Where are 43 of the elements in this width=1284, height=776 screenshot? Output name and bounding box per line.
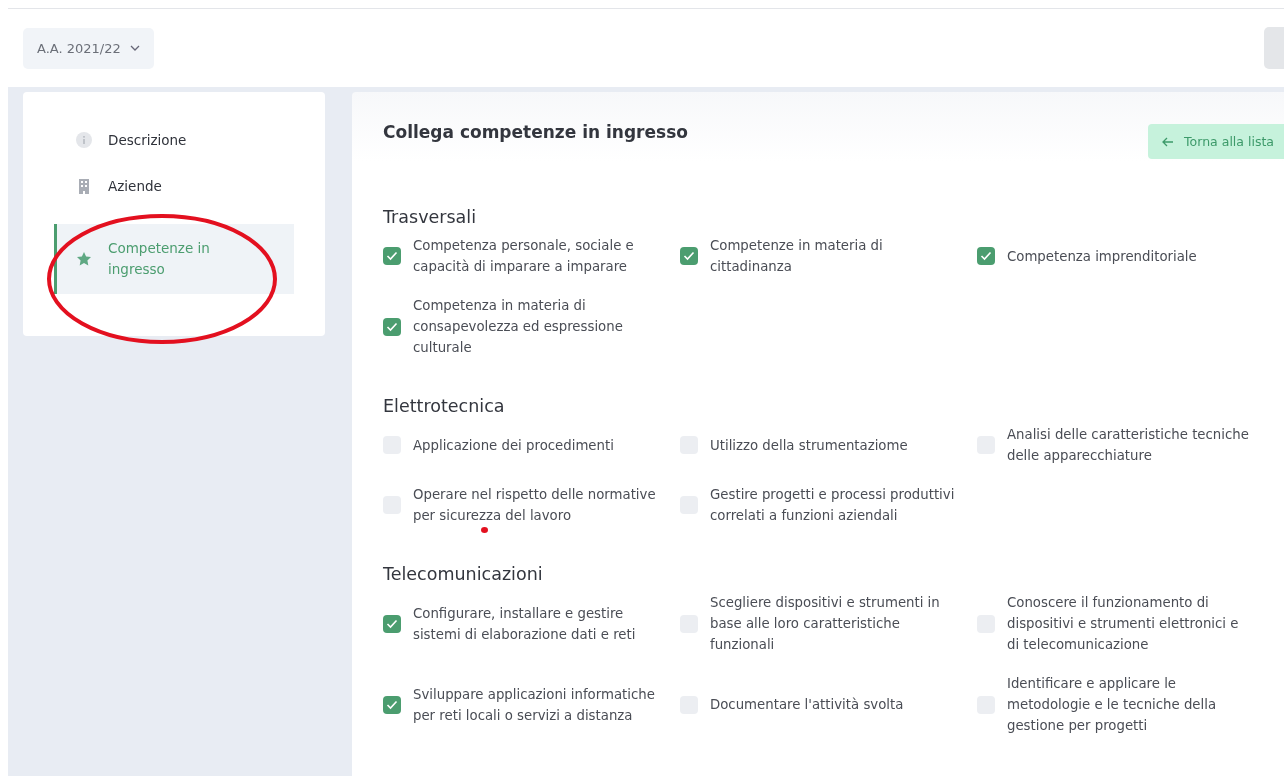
checkbox-label: Sviluppare applicazioni informatiche per reti locali o servizi a distanza	[413, 685, 656, 725]
checkmark-icon	[386, 699, 398, 710]
checkbox[interactable]	[680, 247, 698, 265]
checkbox-label: Competenze in materia di cittadinanza	[710, 237, 884, 276]
checkbox-label: Competenza imprenditoriale	[1007, 247, 1198, 266]
checkmark-icon	[980, 251, 992, 261]
sidebar-item[interactable]: Descrizione	[54, 132, 294, 148]
checkmark-icon	[386, 251, 398, 261]
checkbox-label: Documentare l'attività svolta	[710, 696, 905, 714]
page-title: Collega competenze in ingresso	[383, 122, 688, 142]
annotation-dot	[481, 527, 488, 533]
arrow-left-icon	[1162, 136, 1175, 147]
checkbox-label: Gestire progetti e processi produttivi correlati a funzioni aziendali	[710, 486, 956, 525]
sidebar-item[interactable]: Competenze in ingresso	[54, 224, 294, 294]
checkbox-label: Competenza in materia di consapevolezza ed espressione culturale	[413, 297, 624, 357]
section-title: Trasversali	[383, 207, 478, 227]
checkbox-label: Configurare, installare e gestire sistemi di elaborazione dati e reti	[413, 604, 637, 644]
checkbox-label: Utilizzo della strumentaziome	[710, 436, 909, 455]
checkbox[interactable]	[383, 317, 401, 336]
checkbox-label: Conoscere il funzionamento di dispositivi e strumenti elettronici e di telecomunicazione	[1007, 594, 1240, 654]
toolbar-button[interactable]	[1264, 27, 1284, 69]
checkbox-label: Applicazione dei procedimenti	[413, 436, 615, 455]
star-icon	[76, 251, 92, 267]
checkmark-icon	[386, 618, 398, 629]
checkbox[interactable]	[383, 247, 401, 265]
checkbox[interactable]	[383, 614, 401, 633]
section-title: Telecomunicazioni	[383, 564, 544, 584]
checkbox[interactable]	[383, 695, 401, 714]
back-button[interactable]: Torna alla lista	[1148, 124, 1284, 159]
checkbox-label: Scegliere dispositivi e strumenti in base alle loro caratteristiche funzionali	[710, 594, 941, 654]
checkbox-label: Analisi delle caratteristiche tecniche delle apparecchiature	[1007, 426, 1250, 465]
building-icon	[76, 178, 92, 194]
checkmark-icon	[386, 321, 398, 332]
caret-icon	[129, 45, 140, 51]
sidebar-item[interactable]: Aziende	[54, 178, 294, 194]
info-icon	[76, 132, 92, 148]
checkmark-icon	[683, 251, 695, 261]
checkbox-label: Competenza personale, sociale e capacità di imparare a imparare	[413, 237, 635, 276]
checkbox-label: Operare nel rispetto delle normative per sicurezza del lavoro	[413, 486, 657, 525]
checkbox-label: Identificare e applicare le metodologie e le tecniche della gestione per progetti	[1007, 675, 1218, 735]
year-dropdown[interactable]: A.A. 2021/22	[23, 27, 154, 69]
section-title: Elettrotecnica	[383, 396, 506, 416]
checkbox[interactable]	[977, 247, 995, 265]
